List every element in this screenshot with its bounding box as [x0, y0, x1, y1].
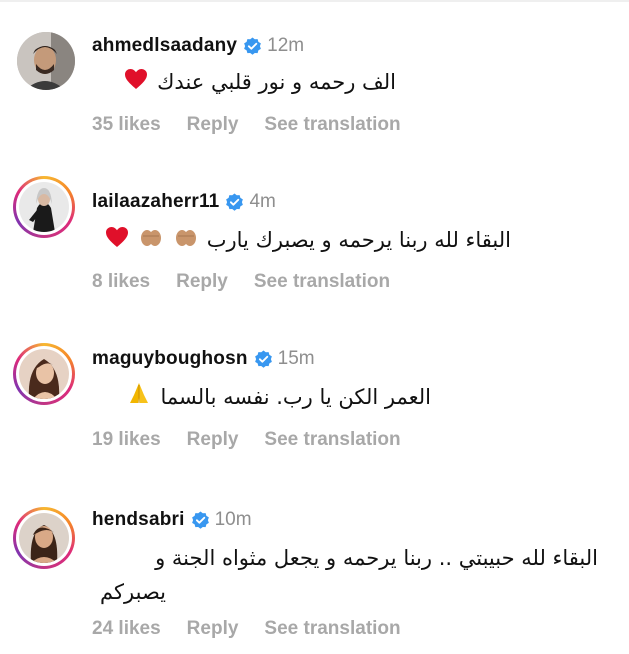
comment-time: 12m — [267, 35, 305, 56]
comment-time: 10m — [214, 509, 252, 530]
avatar-image — [19, 513, 69, 563]
reply-button[interactable]: Reply — [187, 618, 239, 640]
comment-actions: 35 likes Reply See translation — [92, 112, 401, 138]
comment-header: ahmedlsaadany 12m — [92, 33, 304, 59]
username[interactable]: ahmedlsaadany — [92, 35, 237, 57]
comment-body-line-1: البقاء لله حبيبتي .. ربنا يرحمه و يجعل م… — [155, 546, 598, 570]
avatar[interactable] — [13, 176, 75, 238]
comment-time: 15m — [277, 348, 315, 369]
comment-header: lailaazaherr11 4m — [92, 189, 276, 215]
see-translation-button[interactable]: See translation — [264, 429, 400, 451]
username[interactable]: lailaazaherr11 — [92, 191, 219, 213]
reply-button[interactable]: Reply — [187, 429, 239, 451]
folded-hands-icon — [126, 381, 152, 415]
praying-hands-icon — [139, 224, 163, 258]
comment-body: الف رحمه و نور قلبي عندك — [157, 70, 396, 94]
comment-text: البقاء لله ربنا يرحمه و يصبرك يارب — [103, 223, 511, 258]
likes-count[interactable]: 24 likes — [92, 618, 161, 640]
verified-badge-icon — [191, 510, 210, 530]
avatar-image — [17, 32, 75, 90]
comment-actions: 8 likes Reply See translation — [92, 269, 390, 295]
comment-header: hendsabri 10m — [92, 507, 252, 533]
avatar-image — [19, 182, 69, 232]
comment-time: 4m — [249, 191, 276, 212]
comment-body-line-2: يصبركم — [100, 580, 166, 604]
comment-body: العمر الكن يا رب. نفسه بالسما — [160, 385, 432, 409]
red-heart-icon — [105, 224, 129, 258]
comment-text: العمر الكن يا رب. نفسه بالسما — [124, 380, 431, 415]
reply-button[interactable]: Reply — [187, 114, 239, 136]
top-divider — [0, 0, 629, 2]
likes-count[interactable]: 8 likes — [92, 271, 150, 293]
comment-text-continued: يصبركم — [100, 575, 166, 609]
username[interactable]: hendsabri — [92, 509, 185, 531]
see-translation-button[interactable]: See translation — [254, 271, 390, 293]
likes-count[interactable]: 19 likes — [92, 429, 161, 451]
verified-badge-icon — [254, 349, 273, 369]
avatar[interactable] — [13, 343, 75, 405]
avatar[interactable] — [17, 32, 75, 90]
reply-button[interactable]: Reply — [176, 271, 228, 293]
username[interactable]: maguyboughosn — [92, 348, 248, 370]
see-translation-button[interactable]: See translation — [264, 618, 400, 640]
comment-text: الف رحمه و نور قلبي عندك — [122, 65, 396, 100]
avatar-image — [19, 349, 69, 399]
likes-count[interactable]: 35 likes — [92, 114, 161, 136]
see-translation-button[interactable]: See translation — [264, 114, 400, 136]
comment-body: البقاء لله ربنا يرحمه و يصبرك يارب — [206, 228, 511, 252]
comment-actions: 24 likes Reply See translation — [92, 616, 401, 642]
praying-hands-icon — [174, 224, 198, 258]
verified-badge-icon — [225, 192, 244, 212]
comment-actions: 19 likes Reply See translation — [92, 427, 401, 453]
comment-text: البقاء لله حبيبتي .. ربنا يرحمه و يجعل م… — [155, 541, 598, 575]
avatar[interactable] — [13, 507, 75, 569]
red-heart-icon — [124, 66, 148, 100]
verified-badge-icon — [243, 36, 262, 56]
comment-header: maguyboughosn 15m — [92, 346, 315, 372]
